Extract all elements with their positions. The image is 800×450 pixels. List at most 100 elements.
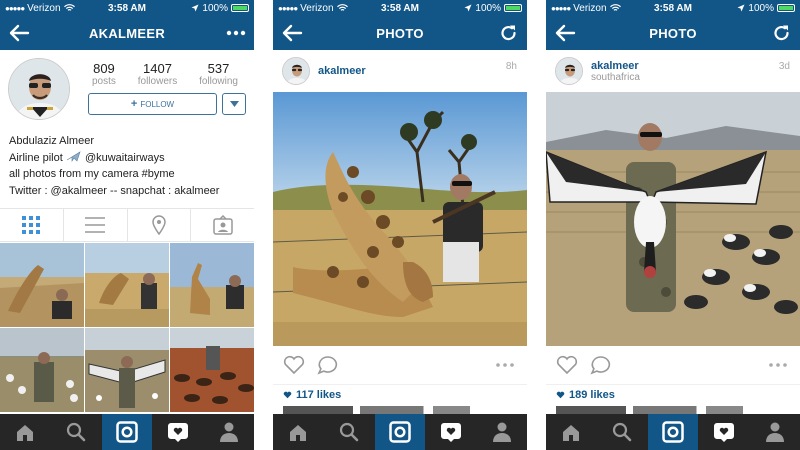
tab-activity[interactable]	[425, 414, 476, 450]
tab-tagged-view[interactable]	[191, 209, 254, 241]
post-avatar[interactable]	[555, 57, 583, 85]
activity-icon	[440, 423, 461, 442]
plus-icon: +	[130, 98, 138, 110]
profile-icon	[219, 422, 238, 442]
posts-count[interactable]: 809 posts	[92, 61, 116, 87]
tab-profile[interactable]	[749, 414, 800, 450]
heart-filled-icon	[556, 391, 565, 398]
search-icon	[67, 422, 86, 442]
profile-view-tabs	[0, 208, 254, 242]
signal-icon: ●●●●●	[278, 3, 298, 13]
activity-icon	[167, 423, 188, 442]
photo-screen-2: ●●●●● Verizon 3:58 AM 100% PHOTO akalmeer…	[546, 0, 800, 450]
profile-screen: ●●●●● Verizon 3:58 AM 100% AKALMEER 809 po…	[0, 0, 254, 450]
tab-home[interactable]	[273, 414, 324, 450]
tab-search[interactable]	[324, 414, 375, 450]
tab-camera[interactable]	[374, 414, 426, 450]
tab-home[interactable]	[546, 414, 597, 450]
tab-search[interactable]	[597, 414, 648, 450]
home-icon	[290, 425, 307, 441]
location-arrow-icon	[191, 4, 199, 12]
comment-icon[interactable]	[317, 355, 339, 375]
followers-count[interactable]: 1407 followers	[138, 61, 177, 87]
activity-icon	[713, 423, 734, 442]
back-arrow-icon[interactable]	[281, 23, 303, 43]
heart-icon[interactable]	[283, 355, 305, 375]
grid-photo[interactable]	[170, 243, 254, 327]
follow-label: FOLLOW	[140, 99, 175, 109]
bio-line-3: Twitter : @akalmeer -- snapchat : akalme…	[9, 184, 220, 197]
refresh-icon[interactable]	[772, 24, 792, 42]
battery-icon	[504, 4, 522, 12]
tab-list-view[interactable]	[64, 209, 128, 241]
carrier: Verizon	[573, 2, 607, 14]
grid-view-icon	[22, 216, 41, 234]
grid-photo[interactable]	[0, 243, 84, 327]
heart-icon[interactable]	[556, 355, 578, 375]
tab-map-view[interactable]	[128, 209, 192, 241]
location-arrow-icon	[737, 4, 745, 12]
home-icon	[17, 425, 34, 441]
tab-profile[interactable]	[203, 414, 254, 450]
ellipsis-icon[interactable]	[495, 362, 515, 368]
tab-activity[interactable]	[152, 414, 203, 450]
camera-icon	[116, 421, 138, 443]
ellipsis-icon[interactable]	[768, 362, 788, 368]
comment-icon[interactable]	[590, 355, 612, 375]
battery-percent: 100%	[202, 2, 228, 14]
search-icon	[613, 422, 632, 442]
status-bar: ●●●●● Verizon 3:58 AM 100%	[273, 0, 527, 16]
location-arrow-icon	[464, 4, 472, 12]
profile-bio: Abdulaziz Almeer Airline pilot @kuwaitai…	[0, 130, 254, 202]
post-avatar[interactable]	[282, 57, 310, 85]
tab-camera[interactable]	[101, 414, 153, 450]
grid-photo[interactable]	[170, 328, 254, 412]
home-icon	[563, 425, 580, 441]
tagged-icon	[212, 215, 233, 235]
post-photo[interactable]	[546, 92, 800, 346]
carrier: Verizon	[27, 2, 61, 14]
tab-home[interactable]	[0, 414, 51, 450]
post-actions	[273, 346, 527, 384]
list-view-icon	[85, 217, 106, 233]
ellipsis-icon[interactable]	[226, 24, 246, 42]
photo-screen-1: ●●●●● Verizon 3:58 AM 100% PHOTO akalmeer…	[273, 0, 527, 450]
post-username[interactable]: akalmeer	[318, 65, 366, 77]
post-header: akalmeer 8h	[273, 50, 527, 92]
avatar[interactable]	[8, 58, 70, 120]
tab-grid-view[interactable]	[0, 209, 64, 241]
bottom-tab-bar	[546, 414, 800, 450]
tab-search[interactable]	[51, 414, 102, 450]
grid-photo[interactable]	[85, 328, 169, 412]
likes-count[interactable]: 117 likes	[273, 384, 527, 404]
likes-count[interactable]: 189 likes	[546, 384, 800, 404]
refresh-icon[interactable]	[499, 24, 519, 42]
bio-line-1: Airline pilot @kuwaitairways	[9, 150, 165, 164]
tab-activity[interactable]	[698, 414, 749, 450]
page-title: AKALMEER	[88, 25, 166, 41]
following-count[interactable]: 537 following	[199, 61, 238, 87]
suggested-dropdown-button[interactable]	[222, 93, 246, 115]
grid-photo[interactable]	[0, 328, 84, 412]
status-bar: ●●●●● Verizon 3:58 AM 100%	[0, 0, 254, 16]
chevron-down-icon	[229, 101, 239, 107]
post-location[interactable]: southafrica	[591, 72, 640, 83]
back-arrow-icon[interactable]	[8, 23, 30, 43]
post-actions	[546, 346, 800, 384]
wifi-icon	[63, 4, 75, 11]
tab-profile[interactable]	[476, 414, 527, 450]
follow-button[interactable]: + FOLLOW	[88, 93, 217, 115]
back-arrow-icon[interactable]	[554, 23, 576, 43]
signal-icon: ●●●●●	[5, 3, 25, 13]
post-username[interactable]: akalmeer	[591, 60, 640, 72]
tab-camera[interactable]	[647, 414, 699, 450]
map-pin-icon	[152, 215, 166, 235]
bottom-tab-bar	[0, 414, 254, 450]
full-name: Abdulaziz Almeer	[9, 135, 94, 147]
search-icon	[340, 422, 359, 442]
bottom-tab-bar	[273, 414, 527, 450]
post-timestamp: 8h	[505, 61, 517, 72]
profile-icon	[765, 422, 784, 442]
post-photo[interactable]	[273, 92, 527, 346]
grid-photo[interactable]	[85, 243, 169, 327]
